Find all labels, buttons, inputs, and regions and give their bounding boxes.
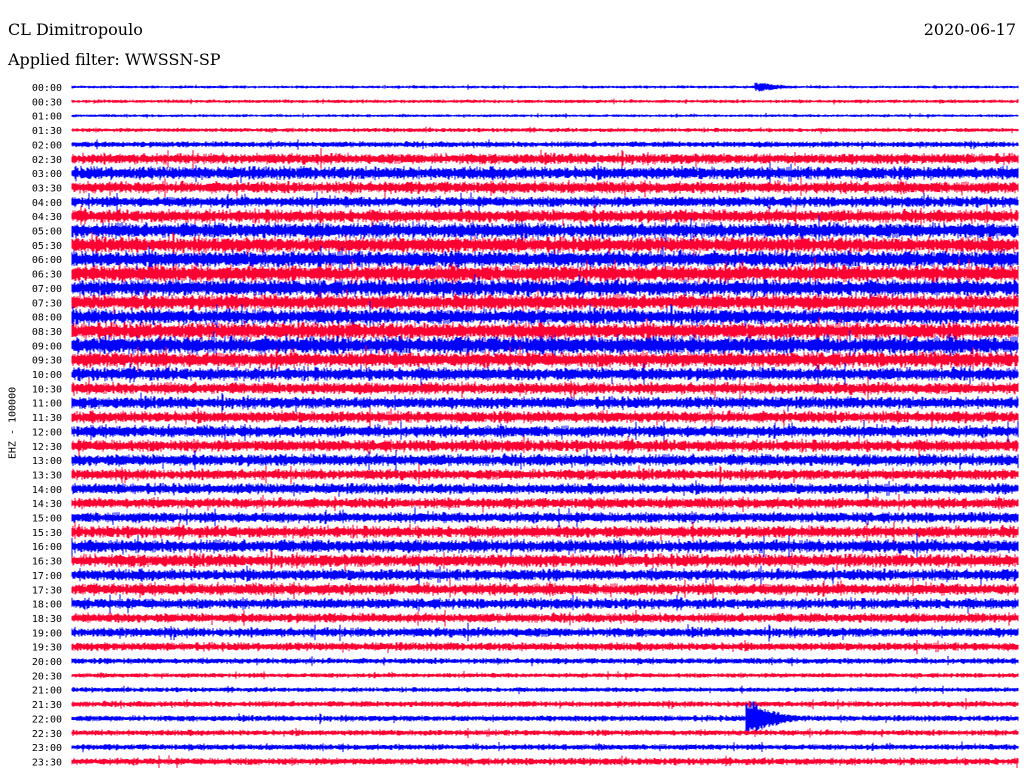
seismic-trace bbox=[71, 126, 1019, 134]
seismic-trace bbox=[71, 98, 1019, 105]
seismic-trace bbox=[71, 480, 1019, 499]
time-tick-label: 21:00 bbox=[32, 686, 62, 697]
time-tick-label: 07:00 bbox=[32, 284, 62, 295]
time-tick-label: 03:00 bbox=[32, 169, 62, 180]
seismic-trace bbox=[71, 450, 1019, 471]
seismic-trace bbox=[71, 139, 1019, 150]
seismic-trace bbox=[71, 728, 1019, 739]
time-tick-label: 22:00 bbox=[32, 714, 62, 725]
seismic-trace bbox=[71, 420, 1019, 443]
time-tick-label: 05:30 bbox=[32, 241, 62, 252]
seismic-trace bbox=[71, 507, 1019, 528]
time-tick-label: 17:00 bbox=[32, 571, 62, 582]
time-tick-label: 00:30 bbox=[32, 97, 62, 108]
time-tick-label: 04:30 bbox=[32, 212, 62, 223]
seismic-trace bbox=[71, 755, 1019, 768]
seismic-trace bbox=[71, 177, 1019, 198]
seismic-trace bbox=[71, 609, 1019, 627]
seismic-trace bbox=[71, 148, 1019, 170]
time-tick-label: 07:30 bbox=[32, 298, 62, 309]
seismic-trace bbox=[71, 436, 1019, 457]
seismic-trace bbox=[71, 670, 1019, 680]
time-tick-label: 02:00 bbox=[32, 140, 62, 151]
time-tick-label: 04:00 bbox=[32, 198, 62, 209]
time-tick-label: 18:30 bbox=[32, 614, 62, 625]
time-tick-label: 09:30 bbox=[32, 356, 62, 367]
seismic-trace bbox=[71, 112, 1019, 119]
time-tick-label: 20:00 bbox=[32, 657, 62, 668]
seismic-trace bbox=[71, 594, 1019, 614]
time-tick-label: 01:30 bbox=[32, 126, 62, 137]
seismic-trace bbox=[71, 741, 1019, 753]
time-tick-label: 05:00 bbox=[32, 227, 62, 238]
time-tick-label: 20:30 bbox=[32, 671, 62, 682]
time-tick-label: 13:30 bbox=[32, 470, 62, 481]
time-tick-label: 02:30 bbox=[32, 155, 62, 166]
time-tick-label: 19:30 bbox=[32, 643, 62, 654]
time-tick-label: 13:00 bbox=[32, 456, 62, 467]
time-tick-label: 10:00 bbox=[32, 370, 62, 381]
time-tick-label: 14:00 bbox=[32, 485, 62, 496]
seismic-trace bbox=[71, 162, 1019, 185]
seismic-trace bbox=[71, 463, 1019, 485]
seismic-trace bbox=[71, 407, 1019, 428]
time-tick-label: 14:30 bbox=[32, 499, 62, 510]
time-tick-label: 15:00 bbox=[32, 514, 62, 525]
time-tick-label: 11:30 bbox=[32, 413, 62, 424]
time-tick-label: 17:30 bbox=[32, 585, 62, 596]
time-tick-label: 09:00 bbox=[32, 341, 62, 352]
time-tick-label: 08:00 bbox=[32, 313, 62, 324]
seismic-trace bbox=[71, 521, 1019, 543]
time-tick-label: 11:00 bbox=[32, 399, 62, 410]
time-tick-label: 00:00 bbox=[32, 83, 62, 94]
time-tick-label: 06:00 bbox=[32, 255, 62, 266]
seismic-trace bbox=[71, 622, 1019, 642]
seismic-trace bbox=[71, 578, 1019, 600]
time-tick-label: 06:30 bbox=[32, 270, 62, 281]
seismic-trace bbox=[71, 191, 1019, 212]
time-tick-label: 15:30 bbox=[32, 528, 62, 539]
seismic-trace bbox=[71, 565, 1019, 586]
seismic-trace bbox=[71, 392, 1019, 415]
time-tick-label: 18:00 bbox=[32, 600, 62, 611]
seismic-trace bbox=[71, 82, 1019, 92]
time-tick-label: 16:00 bbox=[32, 542, 62, 553]
seismogram-plot: 00:00 00:30 01:00 01:30 02:00 02:30 03:00 03:30… bbox=[32, 82, 1019, 768]
time-tick-label: 21:30 bbox=[32, 700, 62, 711]
time-tick-label: 12:30 bbox=[32, 442, 62, 453]
time-tick-label: 23:00 bbox=[32, 743, 62, 754]
time-tick-label: 08:30 bbox=[32, 327, 62, 338]
seismic-trace bbox=[71, 685, 1019, 695]
time-tick-label: 16:30 bbox=[32, 557, 62, 568]
time-tick-label: 19:00 bbox=[32, 628, 62, 639]
seismic-trace bbox=[71, 362, 1019, 386]
time-tick-label: 03:30 bbox=[32, 183, 62, 194]
time-tick-label: 22:30 bbox=[32, 729, 62, 740]
seismic-trace bbox=[71, 494, 1019, 513]
time-tick-label: 10:30 bbox=[32, 384, 62, 395]
seismic-trace bbox=[71, 640, 1019, 655]
time-tick-label: 01:00 bbox=[32, 112, 62, 123]
seismic-trace bbox=[71, 655, 1019, 667]
seismic-trace bbox=[71, 698, 1019, 710]
time-tick-label: 12:00 bbox=[32, 427, 62, 438]
time-tick-label: 23:30 bbox=[32, 757, 62, 768]
